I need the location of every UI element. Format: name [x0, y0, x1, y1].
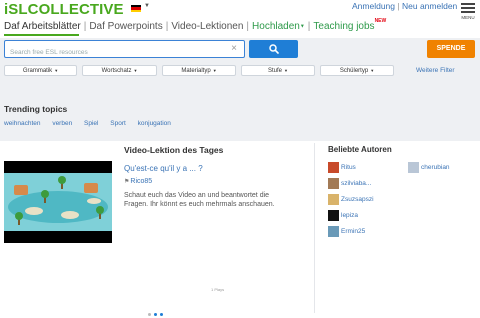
- video-of-the-day-title: Video-Lektion des Tages: [124, 145, 224, 155]
- trending-tag[interactable]: Sport: [110, 120, 126, 127]
- filter-label: Grammatik: [22, 68, 53, 74]
- nav-divider: |: [83, 21, 87, 32]
- register-link[interactable]: Neu anmelden: [402, 1, 457, 11]
- donate-button[interactable]: SPENDE: [427, 40, 475, 58]
- avatar: [328, 226, 339, 237]
- author-name: cherubian: [421, 164, 450, 171]
- video-title-link[interactable]: Qu'est-ce qu'il y a ... ?: [124, 164, 203, 173]
- german-flag-icon[interactable]: [131, 5, 141, 12]
- trending-tag[interactable]: weihnachten: [4, 120, 41, 127]
- filter-materialtyp[interactable]: Materialtyp ▼: [162, 65, 236, 76]
- upload-caret-icon: ▼: [299, 23, 305, 30]
- carousel-dot[interactable]: [148, 313, 151, 316]
- filter-label: Materialtyp: [181, 68, 211, 74]
- avatar: [328, 210, 339, 221]
- chevron-down-icon: ▼: [370, 68, 375, 73]
- hamburger-bar: [461, 7, 475, 9]
- filter-grammatik[interactable]: Grammatik ▼: [4, 65, 77, 76]
- menu-label: MENU: [461, 15, 475, 20]
- auth-links: Anmeldung | Neu anmelden: [352, 1, 457, 11]
- search-icon: [269, 44, 279, 54]
- search-input[interactable]: [5, 44, 225, 61]
- nav-teaching-jobs[interactable]: Teaching jobsNEW: [313, 18, 387, 32]
- carousel-dots: [148, 303, 166, 318]
- default-avatar-icon: [408, 162, 419, 173]
- header: iSLCOLLECTIVE ▼ Anmeldung | Neu anmelden…: [0, 0, 480, 38]
- nav-divider: |: [307, 21, 311, 32]
- author-name: szilviaba...: [341, 180, 372, 187]
- menu-button[interactable]: MENU: [461, 3, 475, 20]
- auth-separator: |: [397, 1, 400, 11]
- video-thumbnail[interactable]: [4, 161, 112, 243]
- nav-divider: |: [246, 21, 250, 32]
- filter-wortschatz[interactable]: Wortschatz ▼: [82, 65, 157, 76]
- chevron-down-icon: ▼: [212, 68, 217, 73]
- filter-stufe[interactable]: Stufe ▼: [241, 65, 315, 76]
- clear-search-icon[interactable]: ×: [231, 43, 237, 55]
- filter-label: Stufe: [268, 68, 283, 74]
- trending-tag[interactable]: Spiel: [84, 120, 98, 127]
- filter-label: Wortschatz: [101, 68, 132, 74]
- nav-video-lessons[interactable]: Video-Lektionen: [171, 21, 243, 32]
- main-nav: Daf Arbeitsblätter | Daf Powerpoints | Video…: [4, 18, 387, 32]
- hamburger-bar: [461, 11, 475, 13]
- hamburger-icon: [461, 3, 475, 5]
- search-button[interactable]: [249, 40, 298, 58]
- nav-upload[interactable]: Hochladen▼: [252, 21, 305, 32]
- trending-tag[interactable]: verben: [52, 120, 72, 127]
- trending-tags: weihnachten verben Spiel Sport konjugati…: [4, 120, 181, 127]
- avatar: [328, 178, 339, 189]
- author-name: Ritus: [341, 164, 356, 171]
- login-link[interactable]: Anmeldung: [352, 1, 395, 11]
- video-description: Schaut euch das Video an und beantwortet…: [124, 192, 275, 208]
- column-divider: [314, 143, 315, 313]
- more-filters-link[interactable]: Weitere Filter: [416, 67, 455, 74]
- carousel-dot[interactable]: [160, 313, 163, 316]
- author-name: Ermin25: [341, 228, 366, 235]
- filter-label: Schülertyp: [339, 68, 369, 74]
- video-thumbnail-image: [4, 161, 112, 243]
- video-author-name: Rico85: [130, 178, 153, 185]
- search-box: ×: [4, 40, 245, 61]
- video-author[interactable]: ⚑Rico85: [124, 178, 152, 185]
- trending-tag[interactable]: konjugation: [138, 120, 171, 127]
- chevron-down-icon: ▼: [54, 68, 59, 73]
- plays-count: 1 Plays: [211, 287, 225, 292]
- author-flag-icon: ⚑: [124, 179, 130, 185]
- chevron-down-icon: ▼: [133, 68, 138, 73]
- author-name: lepiza: [341, 212, 358, 219]
- nav-powerpoints[interactable]: Daf Powerpoints: [89, 21, 162, 32]
- chevron-down-icon: ▼: [284, 68, 288, 73]
- nav-divider: |: [165, 21, 169, 32]
- carousel-dot-active[interactable]: [154, 313, 157, 316]
- avatar: [328, 162, 339, 173]
- author-name: Zsuzsapszi: [341, 196, 374, 203]
- trending-title: Trending topics: [4, 104, 68, 114]
- nav-upload-label: Hochladen: [252, 21, 300, 32]
- nav-teaching-jobs-label: Teaching jobs: [313, 21, 375, 32]
- nav-worksheets[interactable]: Daf Arbeitsblätter: [4, 21, 81, 32]
- active-nav-underline: [4, 34, 79, 36]
- popular-authors-title: Beliebte Autoren: [328, 145, 392, 154]
- language-caret-icon[interactable]: ▼: [144, 3, 150, 9]
- site-logo[interactable]: iSLCOLLECTIVE: [4, 1, 124, 18]
- avatar: [328, 194, 339, 205]
- new-badge: NEW: [374, 18, 387, 24]
- filter-schuelertyp[interactable]: Schülertyp ▼: [320, 65, 394, 76]
